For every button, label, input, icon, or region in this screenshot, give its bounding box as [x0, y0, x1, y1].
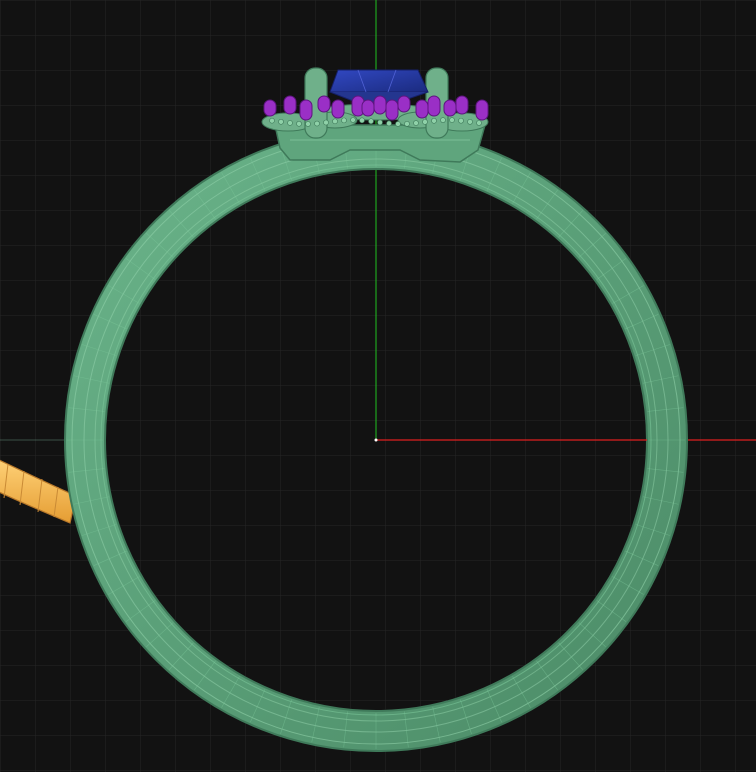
accent-stone[interactable] — [361, 99, 375, 117]
accent-stone[interactable] — [317, 95, 331, 113]
accent-stone[interactable] — [397, 95, 411, 113]
bezel-bead — [368, 118, 374, 125]
bezel-bead — [332, 118, 338, 125]
bezel-bead — [467, 119, 473, 125]
accent-stone[interactable] — [385, 99, 399, 121]
bezel-bead — [458, 117, 464, 124]
bezel-bead — [305, 121, 311, 127]
bezel-bead — [287, 120, 293, 126]
bezel-bead — [422, 119, 428, 125]
origin-marker-icon — [374, 438, 378, 442]
bezel-bead — [314, 120, 320, 127]
accent-stone[interactable] — [443, 99, 457, 117]
bezel-bead — [440, 117, 446, 123]
bezel-bead — [350, 117, 356, 123]
accent-stone[interactable] — [283, 95, 297, 115]
bezel-bead — [476, 120, 482, 126]
accent-stone[interactable] — [373, 95, 387, 115]
accent-stone[interactable] — [415, 99, 429, 119]
bezel-bead — [278, 118, 284, 125]
accent-stone[interactable] — [299, 99, 313, 121]
bezel-bead — [404, 121, 410, 127]
bezel-bead — [269, 117, 275, 124]
bezel-bead — [359, 117, 365, 124]
accent-stone[interactable] — [475, 99, 489, 121]
bezel-bead — [323, 119, 329, 126]
accent-stone[interactable] — [263, 99, 277, 117]
3d-viewport[interactable] — [0, 0, 756, 772]
bezel-bead — [395, 121, 401, 127]
viewport-canvas[interactable] — [0, 0, 756, 772]
bezel-bead — [413, 120, 419, 126]
bezel-bead — [341, 117, 347, 124]
accent-stone[interactable] — [455, 95, 469, 115]
bezel-bead — [377, 119, 383, 126]
accent-stone[interactable] — [427, 95, 441, 117]
bezel-bead — [386, 120, 392, 127]
accent-stone[interactable] — [331, 99, 345, 119]
bezel-bead — [449, 117, 455, 123]
bezel-bead — [431, 117, 437, 124]
bezel-bead — [296, 120, 302, 127]
